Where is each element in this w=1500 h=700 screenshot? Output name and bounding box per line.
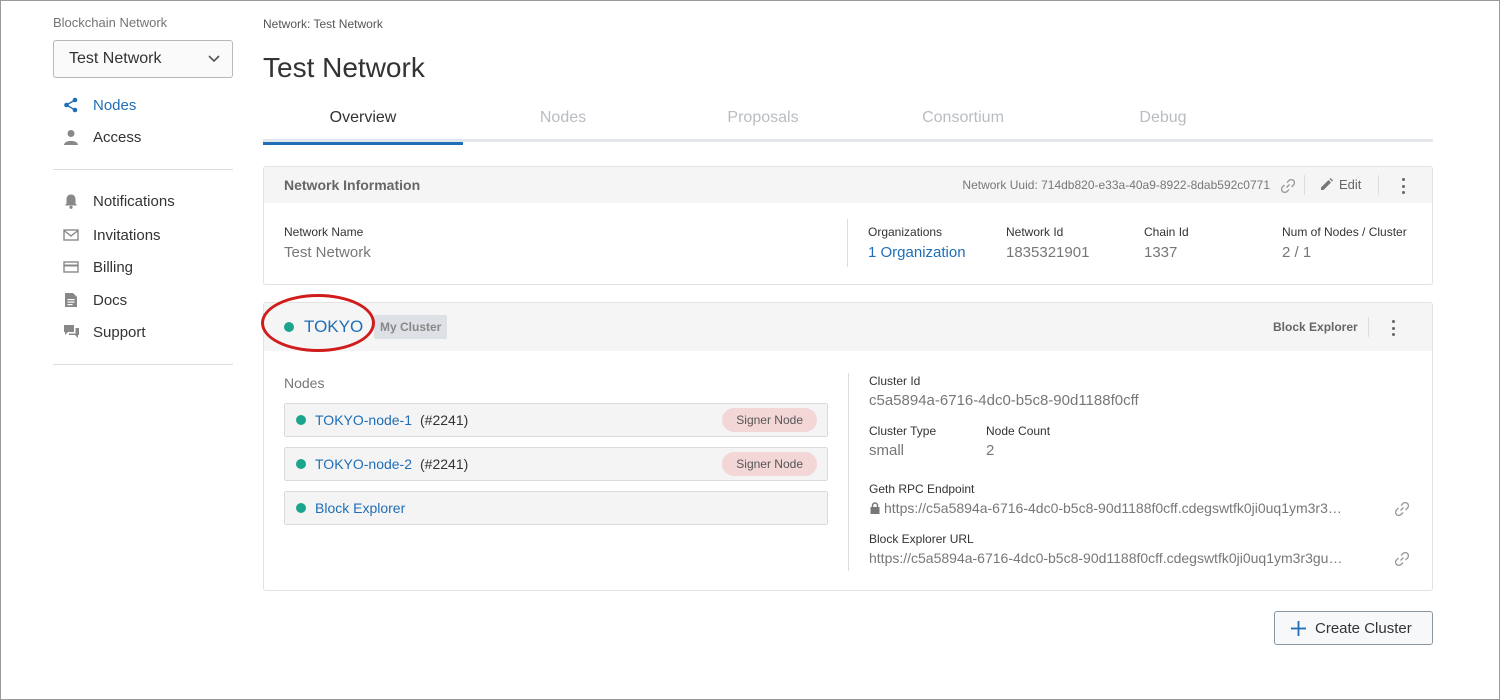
tab-nodes[interactable]: Nodes: [463, 100, 663, 142]
network-id-value: 1835321901: [1006, 244, 1090, 261]
cluster-type-value: small: [869, 442, 905, 459]
organizations-label: Organizations: [868, 225, 943, 239]
copy-link-icon[interactable]: [1281, 179, 1295, 193]
node-id: (#2241): [420, 412, 469, 428]
geth-rpc-value: https://c5a5894a-6716-4dc0-b5c8-90d1188f…: [884, 500, 1342, 516]
create-cluster-button[interactable]: Create Cluster: [1274, 611, 1433, 645]
organizations-link[interactable]: 1 Organization: [868, 244, 966, 261]
status-dot: [296, 459, 306, 469]
chain-id-label: Chain Id: [1144, 225, 1189, 239]
lock-icon: [870, 502, 880, 514]
tab-debug[interactable]: Debug: [1063, 100, 1263, 142]
node-count-value: 2: [986, 442, 995, 459]
tab-bar: Overview Nodes Proposals Consortium Debu…: [263, 100, 1433, 145]
credit-card-icon: [62, 258, 80, 276]
nodes-per-cluster-value: 2 / 1: [1282, 244, 1312, 261]
sidebar-item-notifications[interactable]: Notifications: [62, 190, 175, 212]
document-icon: [62, 291, 80, 309]
status-dot: [296, 415, 306, 425]
chat-icon: [62, 323, 80, 341]
copy-link-icon[interactable]: [1395, 552, 1409, 566]
nodes-per-cluster-label: Num of Nodes / Cluster: [1282, 225, 1407, 239]
node-row: TOKYO-node-2 (#2241) Signer Node: [284, 447, 828, 481]
sidebar-item-billing[interactable]: Billing: [62, 256, 133, 278]
page-title: Test Network: [263, 52, 425, 83]
sidebar-item-docs[interactable]: Docs: [62, 289, 127, 311]
block-explorer-link[interactable]: Block Explorer: [1273, 320, 1358, 334]
sidebar-section-label: Blockchain Network: [53, 15, 168, 30]
signer-node-badge: Signer Node: [722, 408, 817, 432]
header-separator: [1368, 317, 1369, 337]
sidebar-item-label: Nodes: [93, 96, 137, 114]
share-icon: [62, 96, 80, 114]
sidebar-item-support[interactable]: Support: [62, 321, 146, 343]
network-name-value: Test Network: [284, 244, 371, 261]
node-id: (#2241): [420, 456, 469, 472]
chain-id-value: 1337: [1144, 244, 1178, 261]
bell-icon: [62, 192, 80, 210]
sidebar-item-label: Support: [93, 323, 146, 341]
geth-rpc-label: Geth RPC Endpoint: [869, 482, 975, 496]
signer-node-badge: Signer Node: [722, 452, 817, 476]
cluster-name-link[interactable]: TOKYO: [304, 317, 363, 337]
sidebar-divider: [53, 169, 233, 170]
sidebar-item-label: Access: [93, 128, 142, 146]
network-select[interactable]: Test Network: [53, 40, 233, 78]
plus-icon: [1291, 620, 1306, 636]
edit-button[interactable]: Edit: [1320, 177, 1361, 192]
pencil-icon: [1321, 178, 1333, 190]
sidebar-item-label: Billing: [93, 258, 134, 276]
cluster-id-value: c5a5894a-6716-4dc0-b5c8-90d1188f0cff: [869, 392, 1139, 409]
node-name-link[interactable]: TOKYO-node-2: [315, 456, 412, 472]
block-explorer-url-label: Block Explorer URL: [869, 532, 974, 546]
status-dot: [284, 322, 294, 332]
block-explorer-node-link[interactable]: Block Explorer: [315, 500, 405, 516]
tab-consortium[interactable]: Consortium: [863, 100, 1063, 142]
header-separator: [1304, 175, 1305, 195]
sidebar-divider: [53, 364, 233, 365]
cluster-type-label: Cluster Type: [869, 424, 937, 438]
column-separator: [847, 219, 848, 267]
sidebar-item-invitations[interactable]: Invitations: [62, 224, 161, 246]
sidebar-item-nodes[interactable]: Nodes: [62, 94, 136, 116]
sidebar-item-access[interactable]: Access: [62, 126, 141, 148]
node-name-link[interactable]: TOKYO-node-1: [315, 412, 412, 428]
nodes-section-title: Nodes: [284, 375, 325, 391]
network-information-card: Network Information Network Uuid: 714db8…: [263, 166, 1433, 285]
chevron-down-icon: [208, 55, 220, 63]
envelope-icon: [62, 226, 80, 244]
node-row: TOKYO-node-1 (#2241) Signer Node: [284, 403, 828, 437]
sidebar-item-label: Notifications: [93, 192, 175, 210]
user-icon: [62, 128, 80, 146]
sidebar-item-label: Docs: [93, 291, 128, 309]
tab-overview[interactable]: Overview: [263, 100, 463, 145]
my-cluster-badge: My Cluster: [374, 315, 448, 339]
node-row: Block Explorer: [284, 491, 828, 525]
status-dot: [296, 503, 306, 513]
network-id-label: Network Id: [1006, 225, 1064, 239]
card-title: Network Information: [284, 177, 421, 193]
tab-proposals[interactable]: Proposals: [663, 100, 863, 142]
node-count-label: Node Count: [986, 424, 1051, 438]
network-name-label: Network Name: [284, 225, 364, 239]
copy-link-icon[interactable]: [1395, 502, 1409, 516]
create-cluster-label: Create Cluster: [1315, 619, 1412, 637]
cluster-id-label: Cluster Id: [869, 374, 921, 388]
cluster-card: TOKYO My Cluster Block Explorer Nodes TO…: [263, 302, 1433, 591]
breadcrumb: Network: Test Network: [263, 17, 383, 31]
more-options-icon[interactable]: [1388, 320, 1398, 336]
edit-label: Edit: [1339, 177, 1362, 192]
network-uuid: Network Uuid: 714db820-e33a-40a9-8922-8d…: [962, 178, 1270, 192]
card-header: TOKYO My Cluster Block Explorer: [264, 303, 1432, 351]
card-header: Network Information Network Uuid: 714db8…: [264, 167, 1432, 203]
sidebar-item-label: Invitations: [93, 226, 161, 244]
more-options-icon[interactable]: [1398, 178, 1408, 194]
block-explorer-url-value: https://c5a5894a-6716-4dc0-b5c8-90d1188f…: [869, 550, 1343, 566]
network-select-value: Test Network: [69, 50, 162, 67]
column-separator: [848, 373, 849, 571]
header-separator: [1378, 175, 1379, 195]
